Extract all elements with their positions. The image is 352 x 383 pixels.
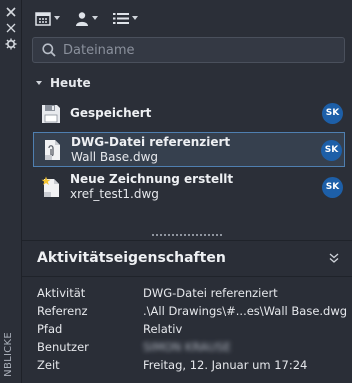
group-label: Heute [50,76,91,90]
close-icon[interactable] [5,6,17,18]
search-input[interactable] [63,40,333,60]
floppy-disk-icon [42,105,60,123]
user-icon [76,11,88,26]
property-key: Aktivität [37,286,86,300]
search-icon [42,43,56,57]
group-header-today[interactable]: Heute [36,76,91,90]
activity-filename: xref_test1.dwg [70,187,159,201]
property-value: Relativ [143,322,183,336]
list-icon [113,12,129,24]
property-row: Benutzer SIMON KRAUSE [37,340,347,360]
calendar-filter-button[interactable] [35,9,60,27]
settings-icon[interactable] [5,38,17,50]
activity-title: Gespeichert [70,106,152,120]
activity-properties-panel: Aktivitätseigenschaften Aktivität DWG-Da… [22,240,352,383]
properties-header: Aktivitätseigenschaften [22,241,352,277]
calendar-icon [35,11,51,26]
property-row: Referenz .\All Drawings\#...es\Wall Base… [37,304,347,324]
activity-item[interactable]: Neue Zeichnung erstellt xref_test1.dwg S… [33,170,345,205]
chevron-down-icon [54,16,60,20]
list-view-button[interactable] [113,9,138,27]
chevron-down-icon [36,81,42,85]
activity-item-selected[interactable]: DWG-Datei referenziert Wall Base.dwg SK [33,132,345,167]
property-value: SIMON KRAUSE [143,340,231,354]
dwg-reference-icon [45,140,60,160]
activity-title: Neue Zeichnung erstellt [70,172,234,186]
property-value: .\All Drawings\#...es\Wall Base.dwg [143,304,348,318]
chevron-down-icon [92,16,98,20]
user-filter-button[interactable] [75,9,98,27]
side-panel-label: NBLICKE [3,332,14,377]
property-value: Freitag, 12. Januar um 17:24 [143,358,308,372]
avatar: SK [321,140,342,161]
property-key: Referenz [37,304,88,318]
activity-item[interactable]: Gespeichert SK [33,101,345,127]
property-row: Pfad Relativ [37,322,347,342]
search-box [32,37,345,63]
toolbar [22,0,352,34]
side-strip: NBLICKE [0,0,22,383]
property-row: Aktivität DWG-Datei referenziert [37,286,347,306]
properties-title: Aktivitätseigenschaften [37,250,226,266]
chevron-down-icon [132,16,138,20]
avatar: SK [322,103,343,124]
new-drawing-icon [41,176,59,197]
activity-title: DWG-Datei referenziert [71,135,231,149]
property-key: Pfad [37,322,63,336]
avatar: SK [322,177,343,198]
activity-filename: Wall Base.dwg [71,150,159,164]
property-value: DWG-Datei referenziert [143,286,278,300]
collapse-chevron-icon[interactable] [328,252,340,264]
property-row: Zeit Freitag, 12. Januar um 17:24 [37,358,347,378]
property-key: Benutzer [37,340,89,354]
collapse-icon[interactable] [5,22,17,34]
property-key: Zeit [37,358,60,372]
activity-insights-panel: Heute Gespeichert SK DWG-Datei referenzi… [22,0,352,383]
